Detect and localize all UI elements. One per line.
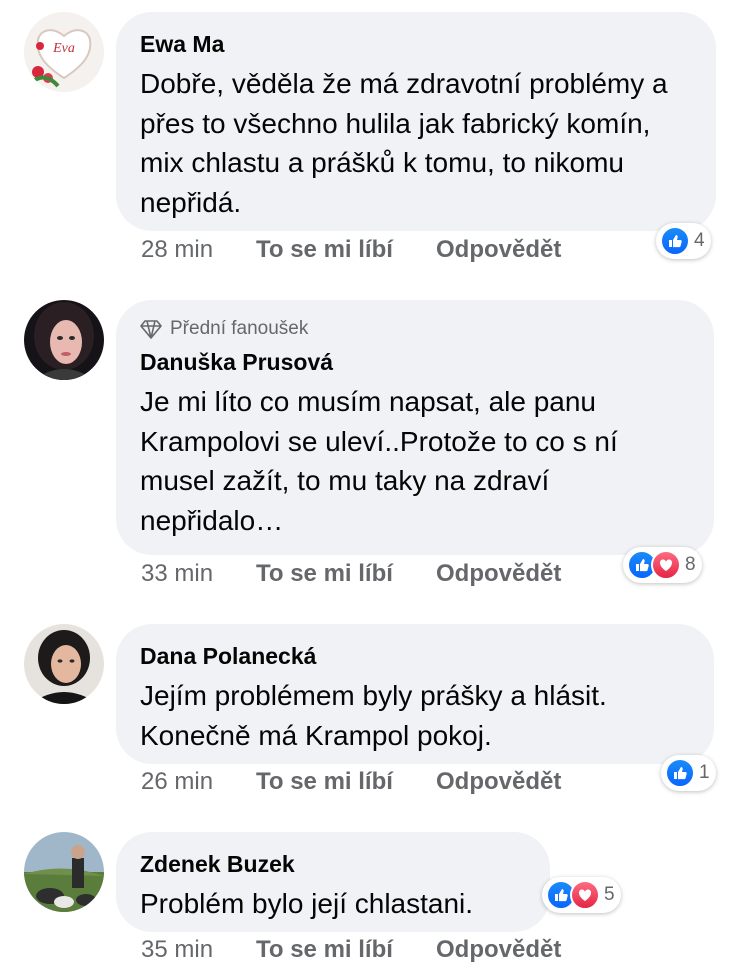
thumbs-up-icon bbox=[665, 758, 695, 788]
comment-text: Dobře, věděla že má zdravotní problémy a… bbox=[140, 68, 668, 218]
reaction-summary[interactable]: 5 bbox=[542, 877, 621, 913]
comment-bubble: Přední fanoušek Danuška Prusová Je mi lí… bbox=[116, 300, 714, 555]
comment-actions: 28 min To se mi líbí Odpovědět bbox=[141, 236, 561, 264]
like-button[interactable]: To se mi líbí bbox=[256, 936, 436, 964]
avatar-image bbox=[24, 832, 104, 912]
reaction-count: 8 bbox=[685, 554, 696, 575]
reaction-count: 1 bbox=[699, 762, 710, 783]
timestamp[interactable]: 33 min bbox=[141, 560, 256, 588]
comment-bubble: Dana Polanecká Jejím problémem byly práš… bbox=[116, 624, 714, 764]
reaction-summary[interactable]: 8 bbox=[623, 547, 702, 583]
reply-button[interactable]: Odpovědět bbox=[436, 236, 561, 264]
top-fan-label: Přední fanoušek bbox=[170, 318, 309, 339]
avatar-image: Eva bbox=[24, 12, 104, 92]
comment-text: Je mi líto co musím napsat, ale panu Kra… bbox=[140, 386, 618, 536]
author-name[interactable]: Dana Polanecká bbox=[140, 642, 690, 670]
avatar-text: Eva bbox=[52, 41, 75, 56]
avatar[interactable] bbox=[24, 300, 104, 380]
avatar-image bbox=[24, 624, 104, 704]
reply-button[interactable]: Odpovědět bbox=[436, 768, 561, 796]
timestamp[interactable]: 35 min bbox=[141, 936, 256, 964]
comment-text: Jejím problémem byly prášky a hlásit. Ko… bbox=[140, 680, 607, 751]
diamond-icon bbox=[140, 320, 162, 339]
author-name[interactable]: Ewa Ma bbox=[140, 30, 692, 58]
reaction-count: 5 bbox=[604, 884, 615, 905]
avatar[interactable] bbox=[24, 832, 104, 912]
heart-icon bbox=[570, 880, 600, 910]
reply-button[interactable]: Odpovědět bbox=[436, 560, 561, 588]
reaction-count: 4 bbox=[694, 230, 705, 251]
timestamp[interactable]: 26 min bbox=[141, 768, 256, 796]
like-button[interactable]: To se mi líbí bbox=[256, 236, 436, 264]
reply-button[interactable]: Odpovědět bbox=[436, 936, 561, 964]
author-name[interactable]: Danuška Prusová bbox=[140, 348, 690, 376]
avatar[interactable]: Eva bbox=[24, 12, 104, 92]
avatar-image bbox=[24, 300, 104, 380]
avatar[interactable] bbox=[24, 624, 104, 704]
like-button[interactable]: To se mi líbí bbox=[256, 560, 436, 588]
like-button[interactable]: To se mi líbí bbox=[256, 768, 436, 796]
comment-bubble: Zdenek Buzek Problém bylo její chlastani… bbox=[116, 832, 550, 932]
author-name[interactable]: Zdenek Buzek bbox=[140, 850, 526, 878]
heart-icon bbox=[651, 550, 681, 580]
timestamp[interactable]: 28 min bbox=[141, 236, 256, 264]
reaction-summary[interactable]: 4 bbox=[656, 223, 711, 259]
comment-text: Problém bylo její chlastani. bbox=[140, 888, 474, 919]
comment-bubble: Ewa Ma Dobře, věděla že má zdravotní pro… bbox=[116, 12, 716, 231]
top-fan-badge[interactable]: Přední fanoušek bbox=[140, 318, 690, 340]
comment-actions: 26 min To se mi líbí Odpovědět bbox=[141, 768, 561, 796]
comment-actions: 33 min To se mi líbí Odpovědět bbox=[141, 560, 561, 588]
reaction-summary[interactable]: 1 bbox=[661, 755, 716, 791]
thumbs-up-icon bbox=[660, 226, 690, 256]
comment-actions: 35 min To se mi líbí Odpovědět bbox=[141, 936, 561, 964]
